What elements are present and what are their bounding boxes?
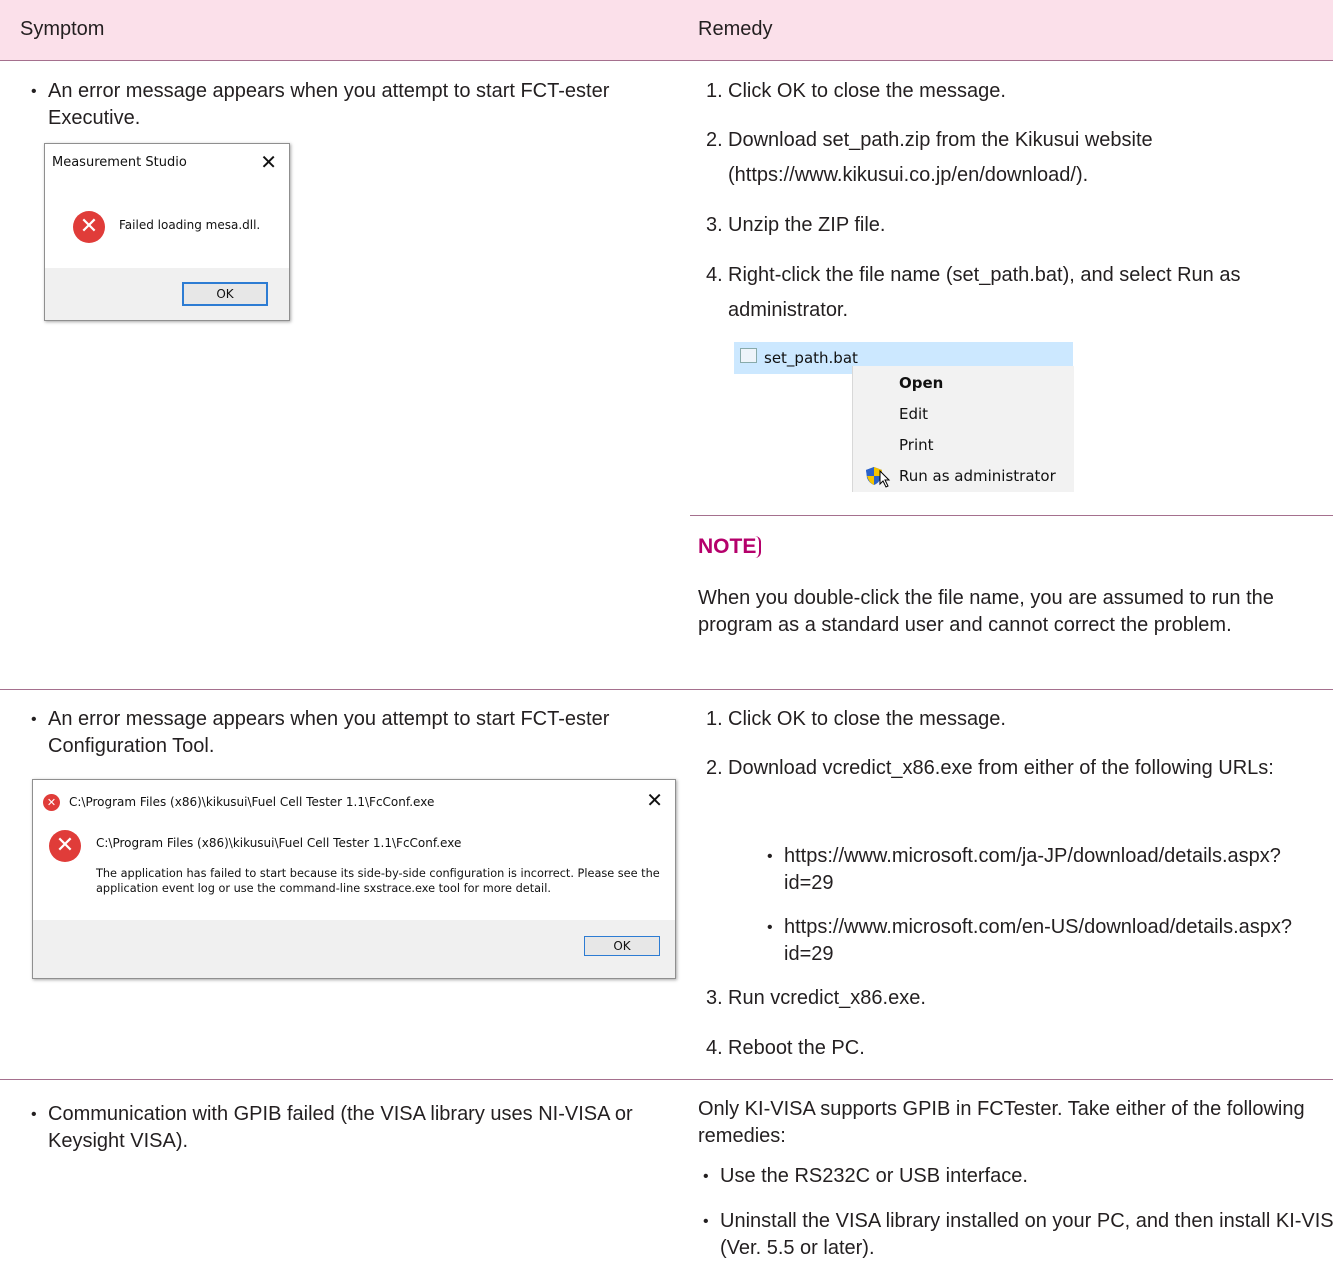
error-icon: ✕ (73, 211, 105, 243)
dialog-message: Failed loading mesa.dll. (119, 218, 261, 232)
step-text: Reboot the PC. (728, 1037, 865, 1059)
dialog-footer: OK (45, 268, 289, 320)
error-icon: ✕ (49, 830, 81, 862)
row1-symptom: An error message appears when you attemp… (26, 78, 678, 132)
menu-item-print[interactable]: Print (899, 436, 934, 454)
menu-item-open[interactable]: Open (899, 374, 943, 392)
measurement-studio-dialog: Measurement Studio ✕ ✕ Failed loading me… (44, 143, 290, 321)
row-divider (0, 1079, 1333, 1080)
step-text: Download vcredict_x86.exe from either of… (728, 757, 1274, 779)
row3-intro: Only KI-VISA supports GPIB in FCTester. … (698, 1098, 1305, 1147)
row1-step-1: 1. Click OK to close the message. (696, 74, 1333, 109)
header-remedy: Remedy (698, 18, 773, 40)
row3-remedy-1: Use the RS232C or USB interface. (698, 1163, 1333, 1190)
row1-step-2: 2. Download set_path.zip from the Kikusui… (696, 123, 1333, 193)
cursor-icon (879, 470, 891, 488)
table-header: Symptom Remedy (0, 0, 1333, 61)
row2-step-1: 1. Click OK to close the message. (696, 702, 1333, 737)
menu-item-edit[interactable]: Edit (899, 405, 928, 423)
row3-symptom: Communication with GPIB failed (the VISA… (26, 1101, 678, 1155)
step-number: 4. (706, 1037, 723, 1059)
file-name: set_path.bat (764, 349, 858, 367)
dialog-title: Measurement Studio (52, 155, 187, 170)
ok-button[interactable]: OK (182, 282, 268, 306)
dialog-footer: OK (33, 920, 675, 978)
batch-file-icon (740, 348, 757, 363)
context-menu-screenshot: set_path.bat Open Edit Print Run as admi… (734, 342, 1074, 492)
row1-step-4: 4. Right-click the file name (set_path.ba… (696, 258, 1333, 328)
step-text: Unzip the ZIP file. (728, 214, 886, 236)
step-number: 3. (706, 987, 723, 1009)
note-divider (690, 515, 1333, 516)
row2-step-4: 4. Reboot the PC. (696, 1031, 1333, 1066)
row1-step-3: 3. Unzip the ZIP file. (696, 208, 1333, 243)
step-number: 1. (706, 708, 723, 730)
note-text: When you double-click the file name, you… (698, 587, 1274, 636)
row2-step-2: 2. Download vcredict_x86.exe from either … (696, 751, 1333, 786)
fcconf-error-dialog: ✕ C:\Program Files (x86)\kikusui\Fuel Ce… (32, 779, 676, 979)
step-text: Click OK to close the message. (728, 708, 1006, 730)
step-text: Right-click the file name (set_path.bat)… (728, 264, 1241, 321)
row3-remedy-2: Uninstall the VISA library installed on … (698, 1208, 1333, 1262)
step-number: 2. (706, 757, 723, 779)
row3-symptom-text: Communication with GPIB failed (the VISA… (48, 1103, 633, 1152)
note-label: NOTE (698, 536, 762, 558)
dialog-message: The application has failed to start beca… (96, 867, 660, 895)
step-text: Click OK to close the message. (728, 80, 1006, 102)
row2-symptom: An error message appears when you attemp… (26, 706, 678, 760)
step-text: Download set_path.zip from the Kikusui w… (728, 129, 1153, 186)
step-text: Run vcredict_x86.exe. (728, 987, 926, 1009)
ok-button[interactable]: OK (584, 936, 660, 956)
row2-url-1[interactable]: https://www.microsoft.com/ja-JP/download… (762, 843, 1304, 897)
step-number: 2. (706, 129, 723, 151)
step-number: 1. (706, 80, 723, 102)
row2-step-3: 3. Run vcredict_x86.exe. (696, 981, 1333, 1016)
row2-url-2[interactable]: https://www.microsoft.com/en-US/download… (762, 914, 1304, 968)
step-number: 4. (706, 264, 723, 286)
step-number: 3. (706, 214, 723, 236)
context-menu: Open Edit Print Run as administrator (852, 366, 1074, 492)
header-symptom: Symptom (20, 18, 105, 40)
dialog-path: C:\Program Files (x86)\kikusui\Fuel Cell… (96, 836, 462, 850)
error-title-icon: ✕ (43, 794, 60, 811)
close-icon[interactable]: ✕ (260, 150, 277, 174)
row-divider (0, 689, 1333, 690)
dialog-title: C:\Program Files (x86)\kikusui\Fuel Cell… (69, 795, 435, 809)
menu-item-run-as-administrator[interactable]: Run as administrator (899, 467, 1056, 485)
close-icon[interactable]: ✕ (646, 788, 663, 812)
